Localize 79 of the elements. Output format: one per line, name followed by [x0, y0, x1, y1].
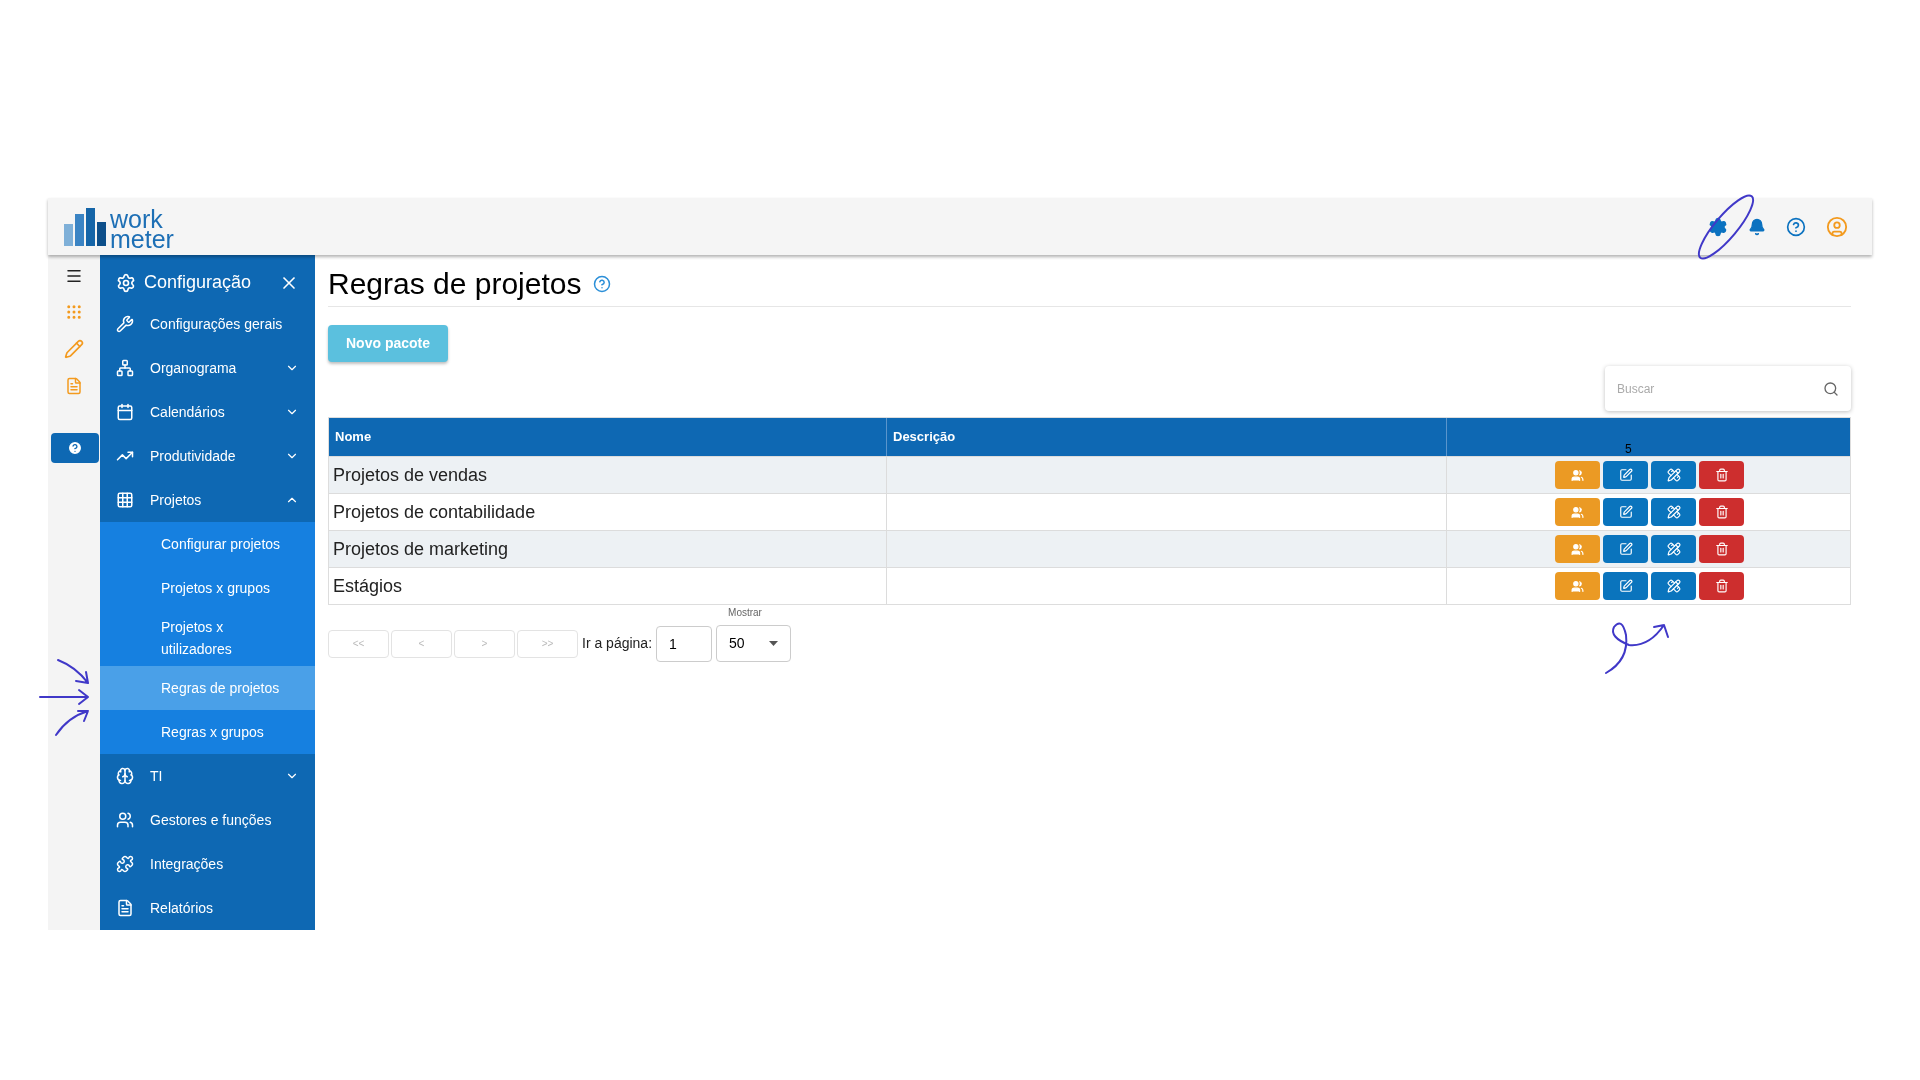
help-icon[interactable] — [593, 274, 612, 293]
submenu-item[interactable]: Projetos x utilizadores — [100, 610, 315, 666]
help-icon — [66, 440, 83, 456]
users-button[interactable] — [1555, 498, 1600, 526]
people-icon — [1571, 468, 1584, 482]
pencil-icon[interactable] — [64, 339, 84, 359]
search-icon[interactable] — [1823, 380, 1839, 397]
edit-button[interactable] — [1603, 498, 1648, 526]
people-icon — [1571, 542, 1584, 556]
search-field[interactable]: Buscar — [1617, 373, 1823, 404]
settings-icon[interactable] — [1708, 216, 1728, 237]
submenu-item[interactable]: Projetos x grupos — [100, 566, 315, 610]
edit-icon — [1618, 579, 1633, 593]
sidebar-item[interactable]: Integrações — [100, 842, 315, 886]
users-button[interactable] — [1555, 535, 1600, 563]
sidebar-item[interactable]: Calendários — [100, 390, 315, 434]
table-cell: Estágios — [329, 568, 887, 604]
sidebar-item[interactable]: TI — [100, 754, 315, 798]
sidebar-item[interactable]: Gestores e funções — [100, 798, 315, 842]
logo-text: meter — [110, 228, 174, 249]
logo-bars-icon — [64, 207, 106, 246]
people-icon — [1571, 579, 1584, 593]
annotation-circle — [1696, 193, 1756, 261]
puzzle-icon — [116, 855, 134, 873]
show-select[interactable]: 50 — [716, 625, 792, 662]
tools-icon — [1666, 542, 1681, 556]
tools-button[interactable] — [1651, 535, 1696, 563]
goto-page-label: Ir a página: — [582, 634, 653, 653]
users-button[interactable] — [1555, 572, 1600, 600]
people-icon — [116, 811, 134, 829]
grid-icon[interactable] — [65, 303, 83, 321]
delete-button[interactable] — [1699, 461, 1744, 489]
help-icon[interactable] — [1786, 216, 1806, 237]
calendar-icon — [116, 403, 134, 421]
tools-icon — [1666, 468, 1681, 482]
edit-button[interactable] — [1603, 535, 1648, 563]
sidebar-item[interactable]: Produtividade — [100, 434, 315, 478]
dropdown-caret-icon — [769, 641, 779, 646]
trash-icon — [1714, 505, 1729, 519]
document-icon[interactable] — [65, 377, 83, 395]
document-icon — [116, 899, 134, 917]
submenu-item[interactable]: Configurar projetos — [100, 522, 315, 566]
wrench-icon — [116, 315, 134, 333]
delete-button[interactable] — [1699, 498, 1744, 526]
edit-button[interactable] — [1603, 461, 1648, 489]
tools-icon — [1666, 579, 1681, 593]
grid-icon — [116, 491, 134, 509]
help-button[interactable] — [50, 433, 99, 463]
trash-icon — [1714, 468, 1729, 482]
page-title: Regras de projetos — [328, 266, 582, 302]
edit-icon — [1618, 542, 1633, 556]
hierarchy-icon — [116, 359, 134, 377]
settings-icon — [116, 272, 136, 293]
users-button[interactable] — [1555, 461, 1600, 489]
submenu-item[interactable]: Regras x grupos — [100, 710, 315, 754]
tools-button[interactable] — [1651, 461, 1696, 489]
trash-icon — [1714, 542, 1729, 556]
people-icon — [1571, 505, 1584, 519]
sidebar-title: Configuração — [144, 271, 253, 294]
show-label: Mostrar — [726, 607, 764, 619]
sidebar-item[interactable]: Relatórios — [100, 886, 315, 930]
edit-icon — [1618, 468, 1633, 482]
edit-button[interactable] — [1603, 572, 1648, 600]
page-input[interactable]: 1 — [656, 625, 713, 662]
sidebar-item[interactable]: Projetos — [100, 478, 315, 522]
sidebar-item[interactable]: Configurações gerais — [100, 302, 315, 346]
user-icon[interactable] — [1826, 215, 1848, 238]
tools-button[interactable] — [1651, 498, 1696, 526]
delete-button[interactable] — [1699, 535, 1744, 563]
edit-icon — [1618, 505, 1633, 519]
bell-icon[interactable] — [1748, 217, 1766, 236]
sidebar-item[interactable]: Organograma — [100, 346, 315, 390]
menu-icon[interactable] — [65, 267, 83, 285]
logo-text: work — [110, 208, 163, 229]
trash-icon — [1714, 579, 1729, 593]
stray-label: 5 — [1625, 443, 1632, 455]
tools-button[interactable] — [1651, 572, 1696, 600]
delete-button[interactable] — [1699, 572, 1744, 600]
tools-icon — [1666, 505, 1681, 519]
